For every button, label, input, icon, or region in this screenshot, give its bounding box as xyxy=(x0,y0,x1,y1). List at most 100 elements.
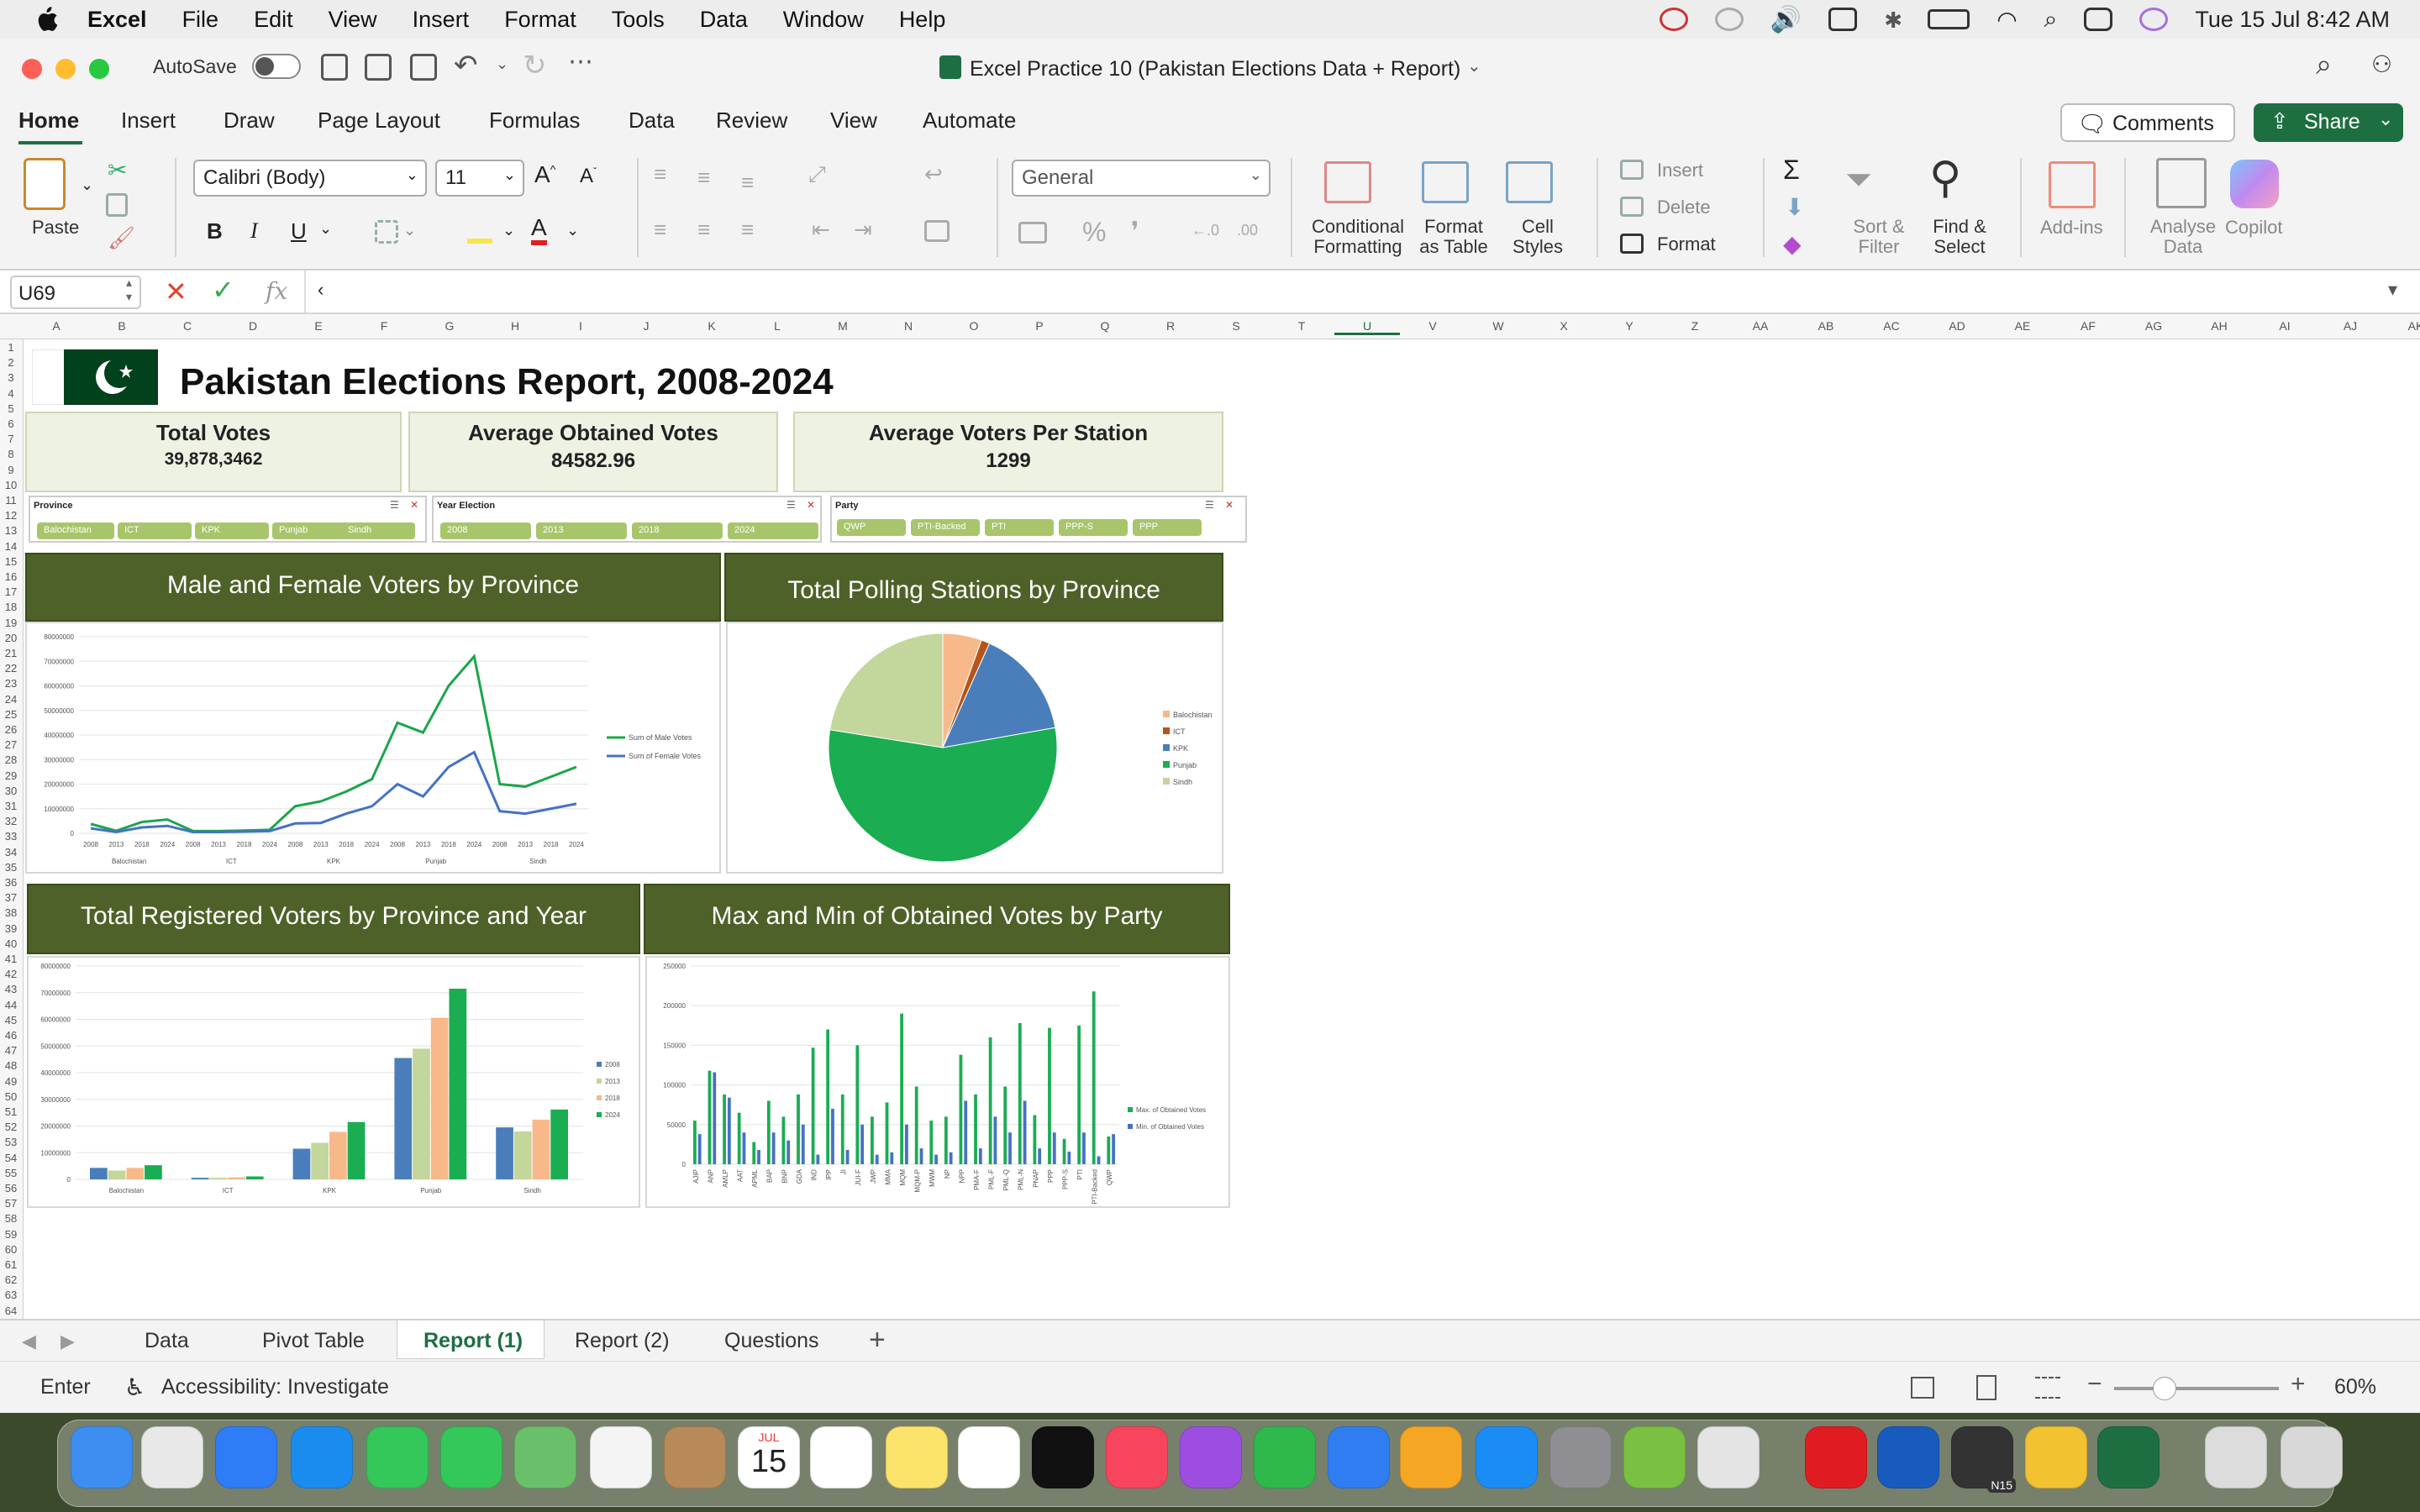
freeform-icon[interactable] xyxy=(958,1426,1020,1488)
slicer-item[interactable]: 2024 xyxy=(728,522,818,539)
volume-icon[interactable]: 🔊 xyxy=(1770,5,1802,34)
row-header[interactable]: 32 xyxy=(0,815,22,827)
autosave-toggle[interactable] xyxy=(252,54,301,79)
row-header[interactable]: 7 xyxy=(0,433,22,445)
column-header[interactable]: AJ xyxy=(2317,319,2383,333)
zoom-level[interactable]: 60% xyxy=(2334,1375,2376,1399)
format-painter-icon[interactable]: 🖌 xyxy=(108,225,135,251)
fill-color-dropdown-icon[interactable]: ⌄ xyxy=(502,222,515,239)
accessibility-icon[interactable]: ♿ xyxy=(124,1373,145,1401)
addins-icon[interactable] xyxy=(2049,161,2096,208)
row-header[interactable]: 40 xyxy=(0,937,22,950)
save-icon[interactable] xyxy=(365,54,392,81)
scroll-tabs-right-icon[interactable]: ▶ xyxy=(60,1331,75,1352)
battery-icon[interactable] xyxy=(1928,9,1970,29)
column-header[interactable]: B xyxy=(89,319,155,333)
menu-format[interactable]: Format xyxy=(504,7,576,33)
increase-font-size-icon[interactable]: A^ xyxy=(534,161,555,188)
row-header[interactable]: 14 xyxy=(0,540,22,553)
slicer-year-election[interactable]: Year Election ☰ ✕ 2008 2013 2018 2024 xyxy=(432,496,822,543)
keyboard-input-icon[interactable] xyxy=(1828,8,1858,31)
slicer-item[interactable]: PTI xyxy=(985,519,1054,536)
align-middle-icon[interactable]: ≡ xyxy=(697,165,710,191)
clear-filter-icon[interactable]: ✕ xyxy=(807,499,815,511)
column-header[interactable]: M xyxy=(810,319,876,333)
page-layout-view-icon[interactable] xyxy=(1976,1375,1996,1400)
slicer-item[interactable]: 2018 xyxy=(632,522,723,539)
currency-format-icon[interactable] xyxy=(1018,222,1047,244)
mail-icon[interactable] xyxy=(215,1426,277,1488)
multi-select-icon[interactable]: ☰ xyxy=(390,499,399,511)
column-header[interactable]: L xyxy=(744,319,810,333)
apple-tv-icon[interactable] xyxy=(1032,1426,1094,1488)
menu-insert[interactable]: Insert xyxy=(413,7,470,33)
row-header[interactable]: 52 xyxy=(0,1121,22,1133)
copilot-icon[interactable] xyxy=(2230,160,2279,208)
copilot-label[interactable]: Copilot xyxy=(2225,217,2282,239)
column-header[interactable]: U xyxy=(1334,319,1400,335)
sheet-tab-pivot-table[interactable]: Pivot Table xyxy=(262,1329,365,1353)
undo-icon[interactable]: ↶ xyxy=(454,49,478,82)
row-header[interactable]: 13 xyxy=(0,524,22,537)
insert-cells-icon[interactable] xyxy=(1620,160,1644,180)
column-header[interactable]: C xyxy=(155,319,220,333)
insert-cells-label[interactable]: Insert xyxy=(1657,160,1703,181)
menu-tools[interactable]: Tools xyxy=(612,7,665,33)
row-header[interactable]: 60 xyxy=(0,1243,22,1256)
multi-select-icon[interactable]: ☰ xyxy=(786,499,796,511)
row-header[interactable]: 4 xyxy=(0,387,22,400)
number-format-select[interactable]: General ⌄ xyxy=(1012,160,1270,197)
analyse-data-button[interactable]: Analyse Data xyxy=(2141,217,2225,257)
row-header[interactable]: 53 xyxy=(0,1136,22,1148)
row-header[interactable]: 55 xyxy=(0,1167,22,1179)
tab-home[interactable]: Home xyxy=(18,108,79,134)
font-size-select[interactable]: 11 ⌄ xyxy=(435,160,524,197)
row-header[interactable]: 63 xyxy=(0,1289,22,1301)
font-color-dropdown-icon[interactable]: ⌄ xyxy=(566,222,579,239)
row-header[interactable]: 61 xyxy=(0,1258,22,1271)
row-header[interactable]: 12 xyxy=(0,509,22,522)
podcasts-icon[interactable] xyxy=(1180,1426,1242,1488)
comma-style-icon[interactable]: ❜ xyxy=(1131,217,1139,246)
row-header[interactable]: 2 xyxy=(0,356,22,369)
align-right-icon[interactable]: ≡ xyxy=(741,217,754,243)
multi-select-icon[interactable]: ☰ xyxy=(1205,499,1214,511)
row-header[interactable]: 43 xyxy=(0,983,22,995)
align-left-icon[interactable]: ≡ xyxy=(654,217,666,243)
column-header[interactable]: W xyxy=(1465,319,1531,333)
comments-button[interactable]: 🗨 Comments xyxy=(2060,103,2235,142)
bluetooth-icon[interactable]: ✱ xyxy=(1884,8,1902,33)
decrease-decimal-icon[interactable]: .00 xyxy=(1237,222,1258,239)
search-icon[interactable]: ⌕ xyxy=(2316,49,2332,81)
fill-color-icon[interactable] xyxy=(467,222,492,244)
music-icon[interactable] xyxy=(1106,1426,1168,1488)
page-break-view-icon[interactable] xyxy=(2035,1377,2060,1399)
close-window-button[interactable] xyxy=(22,59,42,79)
row-header[interactable]: 33 xyxy=(0,830,22,843)
chrome-icon[interactable] xyxy=(2025,1426,2087,1488)
column-header[interactable]: P xyxy=(1007,319,1072,333)
row-header[interactable]: 49 xyxy=(0,1075,22,1088)
column-header[interactable]: AH xyxy=(2186,319,2252,333)
chart-bar-obtained-votes[interactable]: 250000 200000 150000 100000 50000 0 AJIP ANP AML… xyxy=(645,956,1230,1208)
row-header[interactable]: 46 xyxy=(0,1029,22,1042)
row-header[interactable]: 1 xyxy=(0,341,22,354)
slicer-item[interactable]: PTI-Backed xyxy=(911,519,980,536)
cancel-entry-icon[interactable]: ✕ xyxy=(165,276,187,307)
notes-icon[interactable] xyxy=(886,1426,948,1488)
row-header[interactable]: 10 xyxy=(0,479,22,491)
row-header[interactable]: 8 xyxy=(0,448,22,460)
cell-styles-icon[interactable] xyxy=(1506,161,1553,203)
row-header[interactable]: 51 xyxy=(0,1105,22,1118)
worksheet-report[interactable]: Pakistan Elections Report, 2008-2024 Tot… xyxy=(24,339,2420,1319)
normal-view-icon[interactable] xyxy=(1911,1377,1934,1399)
facetime-icon[interactable] xyxy=(366,1426,429,1488)
confirm-entry-icon[interactable]: ✓ xyxy=(212,274,234,306)
row-header[interactable]: 34 xyxy=(0,846,22,858)
column-header[interactable]: AG xyxy=(2121,319,2186,333)
pages-icon[interactable] xyxy=(1400,1426,1462,1488)
menu-window[interactable]: Window xyxy=(783,7,864,33)
column-header[interactable]: AI xyxy=(2252,319,2317,333)
column-header[interactable]: AC xyxy=(1859,319,1924,333)
trash-icon[interactable] xyxy=(2281,1426,2343,1488)
